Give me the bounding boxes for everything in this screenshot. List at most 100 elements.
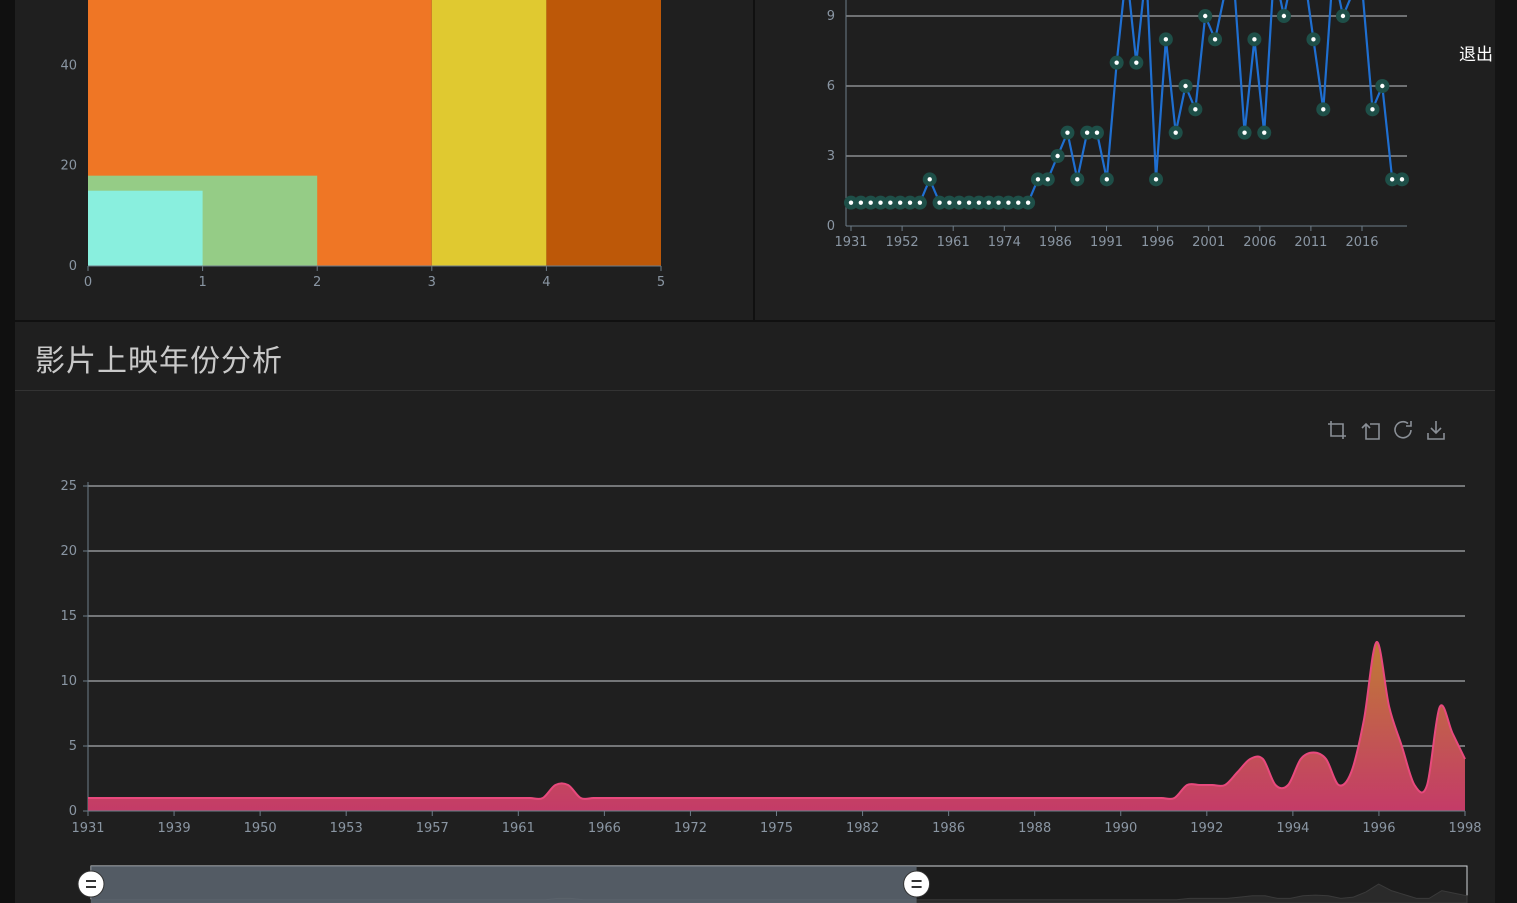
x-tick-label: 1982	[846, 821, 879, 836]
x-tick-label: 1988	[1018, 821, 1051, 836]
line-chart-panel: 0 3 6 9 1931 1952 1961 1974 1986 1991 1996 2001 2006…	[755, 0, 1495, 320]
area-fill	[88, 641, 1465, 811]
data-point	[986, 200, 991, 205]
bar-2	[546, 0, 661, 266]
line-chart: 0 3 6 9 1931 1952 1961 1974 1986 1991 1996 2001 2006…	[827, 0, 1409, 250]
x-tick-label: 1966	[588, 821, 621, 836]
data-point	[858, 200, 864, 205]
data-point	[1340, 13, 1346, 19]
data-point	[1075, 177, 1080, 182]
x-tick-label: 1961	[937, 235, 970, 250]
x-tick-label: 1	[198, 275, 206, 290]
handle-circle	[77, 870, 105, 898]
bar-1	[431, 0, 547, 266]
x-tick-label: 1931	[834, 235, 867, 250]
x-tick-label: 5	[657, 275, 665, 290]
data-point	[1055, 153, 1060, 159]
x-tick-label: 2001	[1192, 235, 1225, 250]
data-point	[996, 200, 1001, 205]
y-tick-label: 15	[60, 609, 77, 624]
data-point	[1114, 60, 1119, 65]
y-tick-label: 25	[60, 479, 77, 494]
x-tick-label: 0	[84, 275, 92, 290]
data-point	[1370, 107, 1375, 112]
release-year-analysis-section: 影片上映年份分析 0 5 10 15 20 25 1931 1939 1950 1953 1957 1…	[15, 322, 1495, 903]
data-point	[1104, 177, 1110, 182]
data-point	[1065, 130, 1070, 135]
data-point	[888, 200, 893, 205]
data-point	[1084, 130, 1090, 135]
x-tick-label: 1974	[988, 235, 1021, 250]
data-point	[1163, 37, 1169, 42]
y-tick-label: 10	[60, 674, 77, 689]
data-point	[1173, 130, 1178, 135]
data-point	[1016, 200, 1021, 205]
data-point	[1006, 200, 1011, 205]
data-point	[1025, 200, 1031, 205]
series-line	[851, 0, 1402, 204]
datazoom-selection[interactable]	[91, 866, 917, 903]
datazoom-slider	[77, 865, 1468, 903]
data-point	[1380, 83, 1385, 89]
data-point	[1094, 130, 1100, 135]
x-tick-label: 1972	[674, 821, 707, 836]
data-point	[1134, 60, 1139, 65]
y-tick-label: 3	[827, 149, 835, 164]
x-tick-label: 1996	[1362, 821, 1395, 836]
x-tick-label: 1975	[760, 821, 793, 836]
data-point	[1321, 107, 1326, 112]
data-point	[976, 200, 982, 205]
data-point	[848, 200, 854, 205]
x-tick-label: 1998	[1448, 821, 1481, 836]
x-tick-label: 1957	[416, 821, 449, 836]
data-point	[1311, 37, 1316, 42]
x-tick-label: 1986	[1039, 235, 1072, 250]
datazoom-handle-end[interactable]	[903, 870, 931, 898]
data-point	[1183, 83, 1188, 89]
bar-4	[88, 190, 203, 266]
data-point	[1399, 177, 1405, 182]
x-tick-label: 1952	[886, 235, 919, 250]
x-tick-label: 1961	[502, 821, 535, 836]
y-tick-label: 0	[827, 219, 835, 234]
data-point	[1389, 177, 1395, 182]
bar-chart-panel: 0 1 2 3 4 5 0 20 40	[15, 0, 753, 320]
data-point	[878, 200, 883, 205]
data-point	[947, 200, 952, 205]
x-tick-label: 2006	[1243, 235, 1276, 250]
y-tick-label: 0	[69, 804, 77, 819]
exit-label[interactable]: 退出	[1459, 45, 1493, 65]
exit-link[interactable]: 退出	[1459, 40, 1493, 65]
y-tick-label: 20	[60, 544, 77, 559]
data-point	[897, 200, 903, 205]
window-edge	[1495, 0, 1517, 903]
y-tick-label: 20	[60, 159, 77, 174]
data-point	[1252, 37, 1257, 42]
data-point	[907, 200, 913, 205]
datazoom-handle-start[interactable]	[77, 870, 105, 898]
data-point	[1035, 177, 1041, 182]
bar-chart: 0 1 2 3 4 5 0 20 40	[60, 0, 665, 290]
x-tick-label: 1950	[244, 821, 277, 836]
x-tick-label: 1939	[158, 821, 191, 836]
y-tick-label: 6	[827, 79, 835, 94]
x-tick-label: 1994	[1276, 821, 1309, 836]
x-tick-label: 4	[542, 275, 550, 290]
data-point	[1281, 13, 1287, 19]
data-point	[1212, 37, 1218, 42]
data-point	[1262, 130, 1267, 135]
data-point	[957, 200, 962, 205]
y-tick-label: 5	[69, 739, 77, 754]
y-tick-label: 9	[827, 9, 835, 24]
x-tick-label: 1986	[932, 821, 965, 836]
data-point	[1045, 177, 1050, 182]
data-point	[1203, 13, 1208, 19]
x-tick-label: 1996	[1141, 235, 1174, 250]
x-tick-label: 2	[313, 275, 321, 290]
handle-circle	[903, 870, 931, 898]
data-point	[868, 200, 873, 205]
x-tick-label: 3	[428, 275, 436, 290]
data-point	[966, 200, 972, 205]
x-tick-label: 2016	[1345, 235, 1378, 250]
x-tick-label: 1953	[330, 821, 363, 836]
